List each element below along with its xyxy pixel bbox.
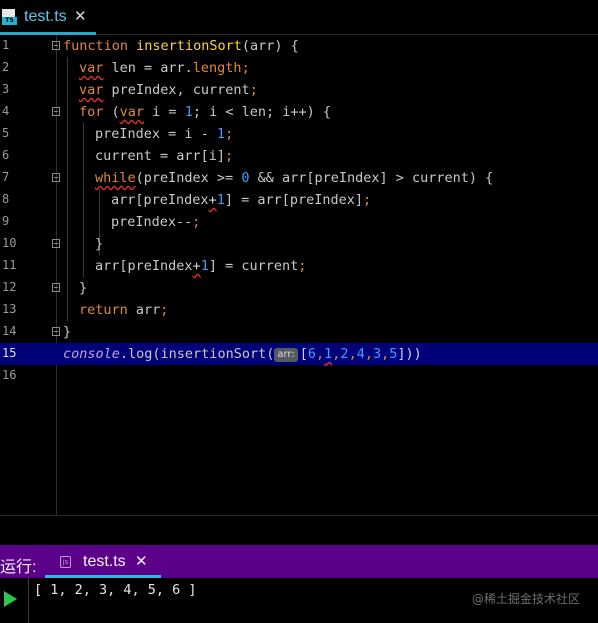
run-tab-label: test.ts: [83, 553, 126, 570]
code-text: function insertionSort(arr) {: [63, 38, 299, 54]
line-number: 15: [2, 346, 17, 360]
code-line: 10 }: [0, 233, 598, 255]
code-text: }: [79, 280, 88, 296]
code-line: 13 return arr;: [0, 299, 598, 321]
line-number: 4: [2, 104, 10, 118]
fold-icon[interactable]: [52, 239, 60, 248]
code-line: 11 arr[preIndex+1] = current;: [0, 255, 598, 277]
line-number: 11: [2, 258, 17, 272]
code-editor[interactable]: 1 function insertionSort(arr) { 2 var le…: [0, 35, 598, 515]
line-number: 9: [2, 214, 10, 228]
line-number: 16: [2, 368, 17, 382]
line-number: 10: [2, 236, 17, 250]
fold-icon[interactable]: [52, 327, 60, 336]
code-line: 9 preIndex--;: [0, 211, 598, 233]
code-text: console.log(insertionSort(arr: [6,1,2,4,3…: [63, 346, 422, 362]
fold-icon[interactable]: [52, 283, 60, 292]
line-number: 5: [2, 126, 10, 140]
code-line: 8 arr[preIndex+1] = arr[preIndex];: [0, 189, 598, 211]
line-number: 12: [2, 280, 17, 294]
code-line: 5 preIndex = i - 1;: [0, 123, 598, 145]
fold-icon[interactable]: [52, 173, 60, 182]
line-number: 13: [2, 302, 17, 316]
close-icon[interactable]: ✕: [74, 7, 87, 25]
line-number: 14: [2, 324, 17, 338]
code-text: arr[preIndex+1] = current;: [95, 258, 307, 274]
editor-status-area: [0, 515, 598, 546]
code-text: for (var i = 1; i < len; i++) {: [79, 104, 331, 120]
line-number: 3: [2, 82, 10, 96]
fold-icon[interactable]: [52, 107, 60, 116]
run-play-icon[interactable]: [4, 591, 17, 607]
close-icon[interactable]: ✕: [135, 552, 148, 570]
tab-label: test.ts: [24, 8, 67, 25]
run-tab-test-ts[interactable]: js test.ts ✕: [45, 545, 161, 578]
code-line: 3 var preIndex, current;: [0, 79, 598, 101]
code-text: arr[preIndex+1] = arr[preIndex];: [111, 192, 372, 208]
run-label: 运行:: [0, 559, 37, 576]
console-divider: [28, 578, 29, 623]
code-text: }: [95, 236, 104, 252]
code-line: 2 var len = arr.length;: [0, 57, 598, 79]
run-console[interactable]: [ 1, 2, 3, 4, 5, 6 ] @稀土掘金技术社区: [0, 578, 598, 623]
code-text: preIndex = i - 1;: [95, 126, 234, 142]
tab-test-ts[interactable]: TS test.ts ✕: [0, 0, 96, 35]
code-text: return arr;: [79, 302, 169, 318]
run-tool-window-bar: 运行: js test.ts ✕: [0, 545, 598, 578]
editor-tab-bar: TS test.ts ✕: [0, 0, 598, 35]
parameter-hint: arr:: [274, 348, 298, 362]
code-text: var len = arr.length;: [79, 60, 250, 76]
code-text: current = arr[i];: [95, 148, 234, 164]
code-text: var preIndex, current;: [79, 82, 258, 98]
line-number: 7: [2, 170, 10, 184]
code-line: 1 function insertionSort(arr) {: [0, 35, 598, 57]
line-number: 1: [2, 38, 10, 52]
code-line: 4 for (var i = 1; i < len; i++) {: [0, 101, 598, 123]
watermark: @稀土掘金技术社区: [471, 592, 580, 606]
code-line: 14 }: [0, 321, 598, 343]
code-line: 16: [0, 365, 598, 387]
typescript-file-icon: TS: [2, 9, 17, 25]
line-number: 6: [2, 148, 10, 162]
code-text: preIndex--;: [111, 214, 201, 230]
fold-icon[interactable]: [52, 41, 60, 50]
code-text: }: [63, 324, 72, 340]
js-file-icon: js: [60, 556, 71, 568]
line-number: 2: [2, 60, 10, 74]
console-output: [ 1, 2, 3, 4, 5, 6 ]: [34, 582, 197, 598]
code-line: 7 while(preIndex >= 0 && arr[preIndex] >…: [0, 167, 598, 189]
line-number: 8: [2, 192, 10, 206]
current-line: 15 console.log(insertionSort(arr: [6,1,2,…: [0, 343, 598, 365]
code-line: 6 current = arr[i];: [0, 145, 598, 167]
code-line: 12 }: [0, 277, 598, 299]
code-text: while(preIndex >= 0 && arr[preIndex] > c…: [95, 170, 494, 186]
